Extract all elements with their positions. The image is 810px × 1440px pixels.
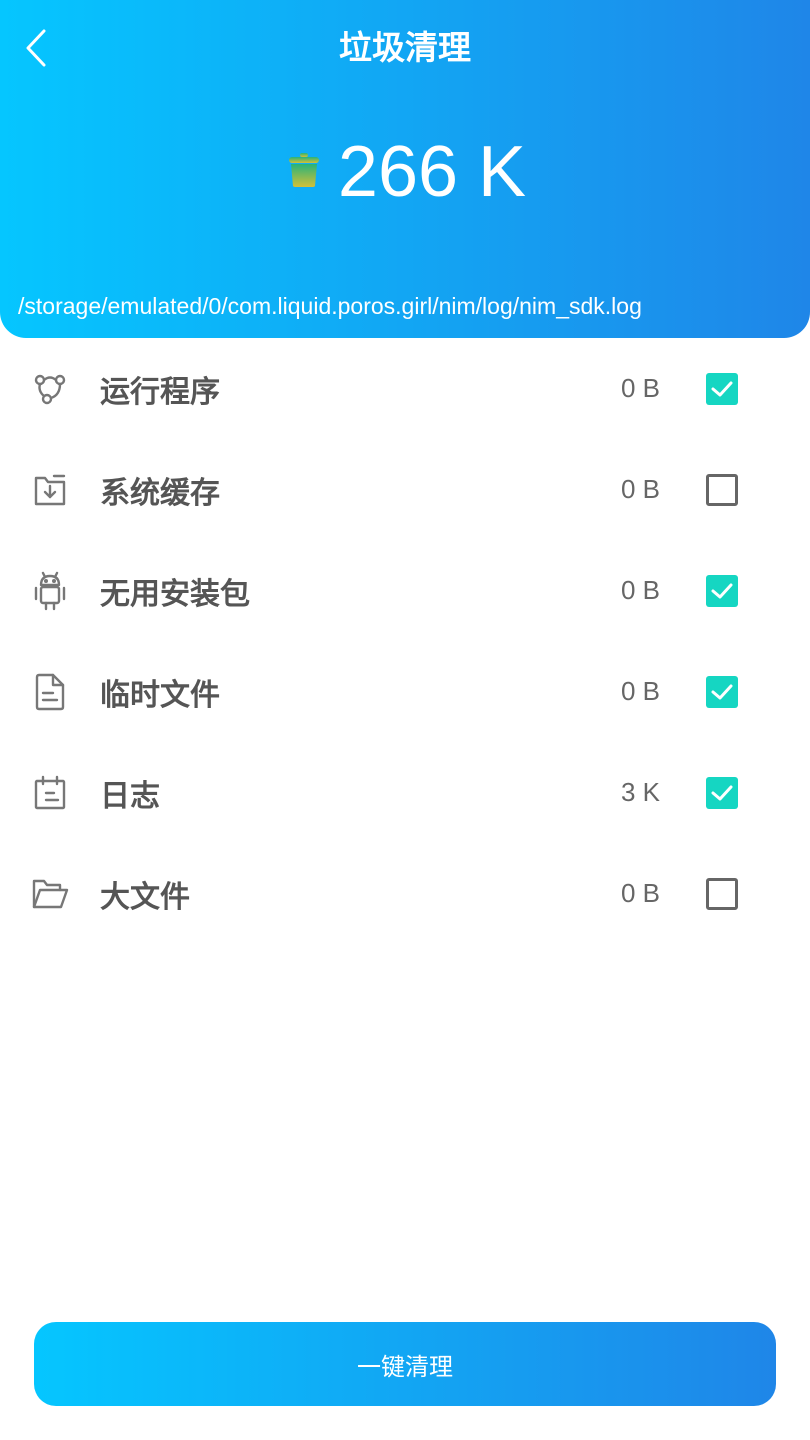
- one-click-clean-button[interactable]: 一键清理: [34, 1322, 776, 1406]
- list-item-running-apps[interactable]: 运行程序 0 B: [0, 338, 810, 439]
- list-item-temp-files[interactable]: 临时文件 0 B: [0, 641, 810, 742]
- item-label: 日志: [100, 778, 160, 814]
- folder-icon: [30, 874, 70, 914]
- list-item-unused-packages[interactable]: 无用安装包 0 B: [0, 540, 810, 641]
- total-size-display: 266 K: [0, 132, 810, 212]
- item-label: 运行程序: [100, 374, 220, 410]
- item-size: 3 K: [620, 777, 660, 807]
- check-icon: [711, 684, 733, 699]
- checkbox-system-cache[interactable]: [706, 473, 738, 506]
- checkbox-logs[interactable]: [706, 776, 738, 809]
- item-label: 系统缓存: [100, 475, 220, 511]
- item-label: 大文件: [100, 879, 190, 915]
- list-item-large-files[interactable]: 大文件 0 B: [0, 843, 810, 944]
- check-icon: [711, 381, 733, 396]
- check-icon: [711, 583, 733, 598]
- check-icon: [711, 785, 733, 800]
- item-size: 0 B: [620, 474, 660, 504]
- junk-category-list: 运行程序 0 B 系统缓存 0 B 无用安装包 0 B 临时文件 0 B 日志 …: [0, 338, 810, 944]
- trash-can-icon: [284, 150, 324, 190]
- calendar-log-icon: [30, 773, 70, 813]
- item-size: 0 B: [620, 373, 660, 403]
- header-banner: 垃圾清理 266 K /storage/emulated/0/com.liqui…: [0, 0, 810, 338]
- scan-path-text: /storage/emulated/0/com.liquid.poros.gir…: [18, 293, 642, 319]
- checkbox-temp-files[interactable]: [706, 675, 738, 708]
- item-size: 0 B: [620, 676, 660, 706]
- item-size: 0 B: [620, 878, 660, 908]
- item-size: 0 B: [620, 575, 660, 605]
- system-cache-icon: [30, 470, 70, 510]
- checkbox-unused-packages[interactable]: [706, 574, 738, 607]
- android-icon: [30, 571, 70, 611]
- item-label: 无用安装包: [100, 576, 250, 612]
- total-size-value: 266 K: [337, 132, 527, 212]
- running-apps-icon: [30, 369, 70, 409]
- list-item-system-cache[interactable]: 系统缓存 0 B: [0, 439, 810, 540]
- checkbox-running-apps[interactable]: [706, 372, 738, 405]
- item-label: 临时文件: [100, 677, 220, 713]
- page-title: 垃圾清理: [339, 28, 471, 67]
- document-icon: [30, 672, 70, 712]
- checkbox-large-files[interactable]: [706, 877, 738, 910]
- list-item-logs[interactable]: 日志 3 K: [0, 742, 810, 843]
